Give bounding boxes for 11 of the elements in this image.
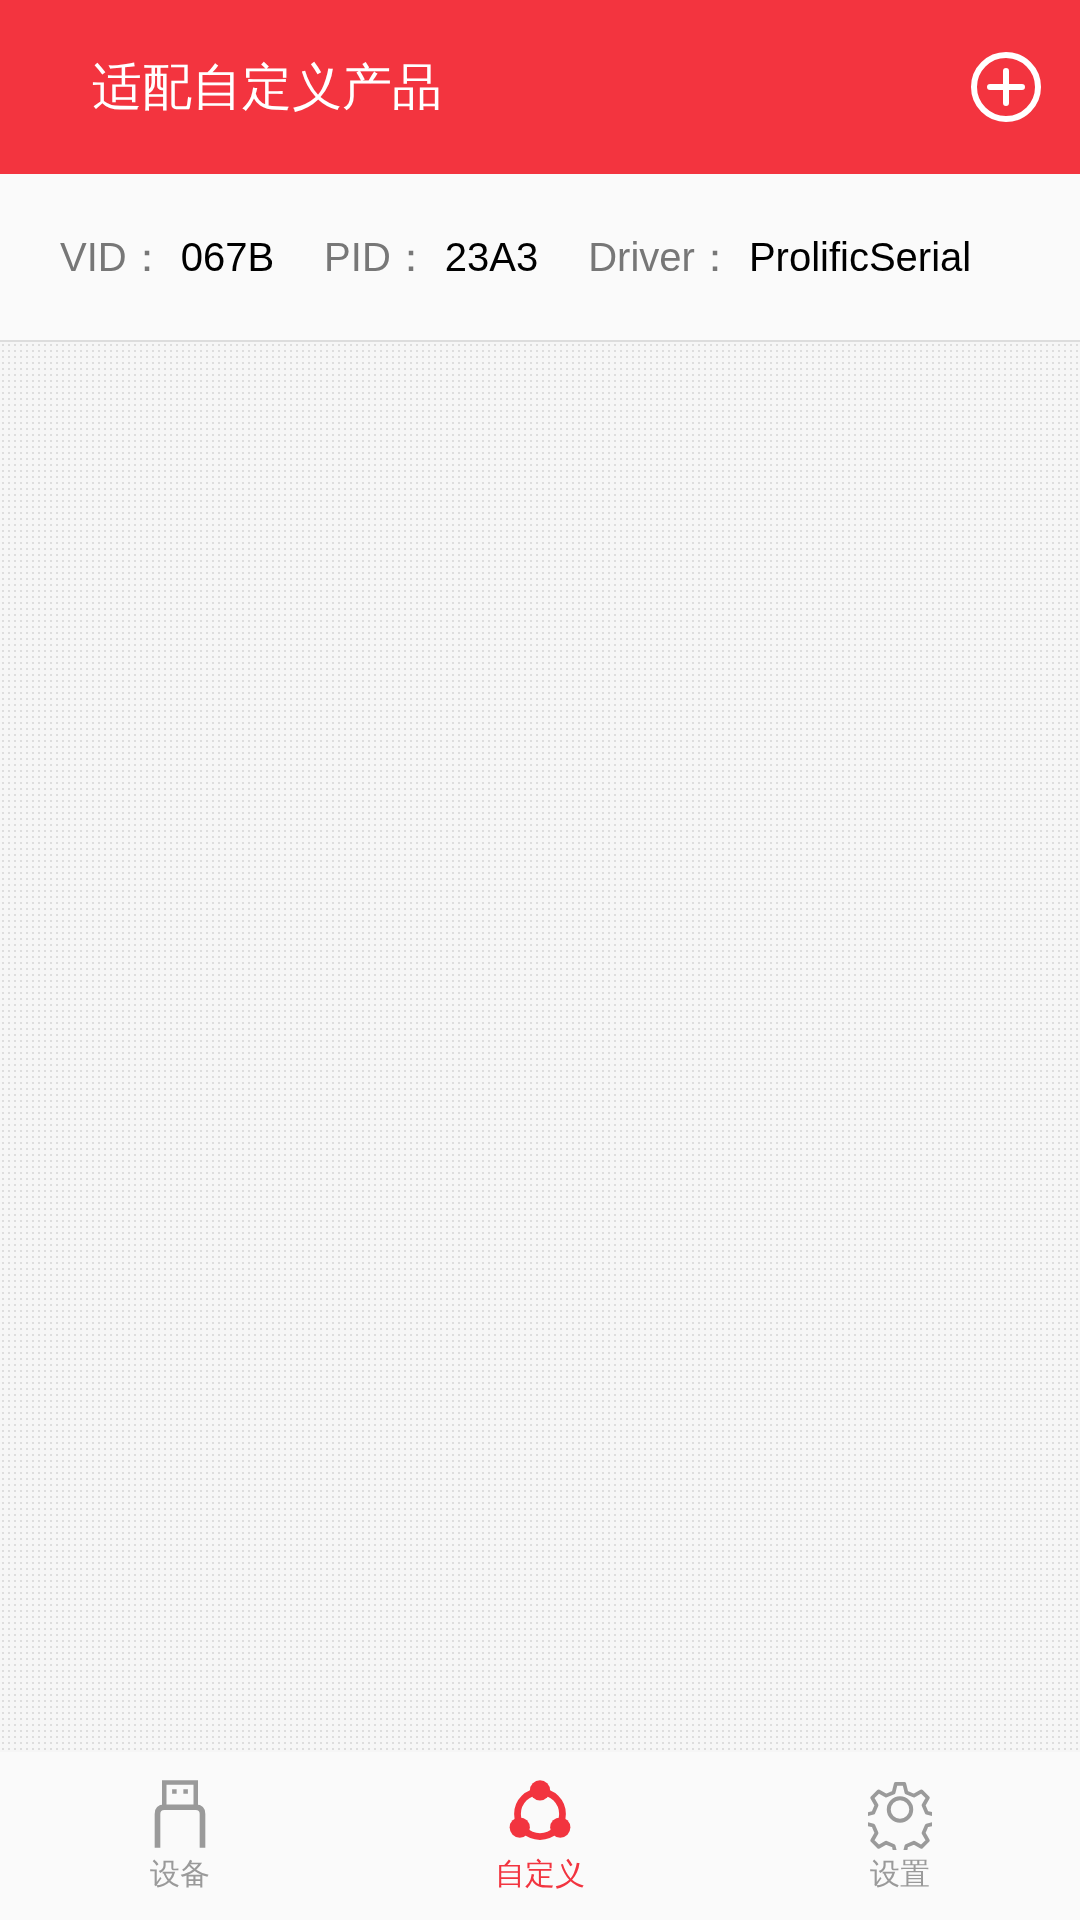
page-title: 适配自定义产品 <box>92 56 442 118</box>
field-label: Driver： <box>588 233 735 281</box>
field-label: PID： <box>324 233 431 281</box>
field-value: ProlificSerial <box>748 234 972 280</box>
nav-tab[interactable]: 自定义 <box>360 1752 720 1920</box>
field-value: 23A3 <box>444 234 539 280</box>
nav-tab[interactable]: 设置 <box>720 1752 1080 1920</box>
field-value: 067B <box>180 234 275 280</box>
nav-tab[interactable]: 设备 <box>0 1752 360 1920</box>
field-label: VID： <box>60 233 167 281</box>
add-icon[interactable] <box>970 51 1042 123</box>
